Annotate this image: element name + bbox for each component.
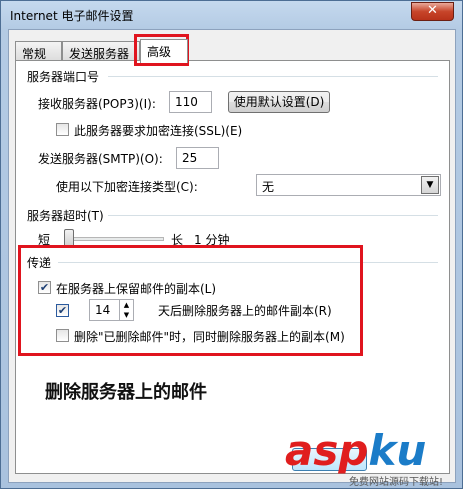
- encryption-type-label: 使用以下加密连接类型(C):: [56, 180, 198, 194]
- outgoing-port-input[interactable]: 25: [176, 147, 219, 169]
- tab-outgoing-label: 发送服务器: [69, 47, 130, 61]
- server-ports-title: 服务器端口号: [27, 68, 104, 85]
- outgoing-server-label: 发送服务器(SMTP)(O):: [38, 152, 163, 166]
- timeouts-title: 服务器超时(T): [27, 207, 108, 224]
- watermark-subtitle: 免费网站源码下载站!: [349, 477, 444, 488]
- tab-outgoing-server[interactable]: 发送服务器: [62, 41, 140, 61]
- encryption-type-select[interactable]: 无 ▼: [256, 174, 441, 196]
- timeout-slider-track[interactable]: [64, 237, 164, 241]
- window-title: Internet 电子邮件设置: [10, 9, 134, 23]
- use-defaults-button[interactable]: 使用默认设置(D): [228, 91, 330, 113]
- delivery-highlight-box: [18, 245, 363, 356]
- chevron-down-icon[interactable]: ▼: [421, 176, 439, 194]
- group-divider: [108, 215, 438, 216]
- close-icon: ✕: [427, 3, 438, 18]
- tab-general[interactable]: 常规: [15, 41, 62, 61]
- watermark-brand-b: ku: [368, 426, 427, 475]
- watermark-brand: aspku: [285, 430, 426, 472]
- encryption-type-value: 无: [262, 180, 275, 194]
- tab-general-label: 常规: [22, 47, 47, 61]
- ssl-label: 此服务器要求加密连接(SSL)(E): [74, 124, 243, 138]
- ssl-checkbox[interactable]: [56, 123, 69, 136]
- watermark-logo: aspku 免费网站源码下载站!: [285, 430, 443, 489]
- incoming-port-input[interactable]: 110: [169, 91, 212, 113]
- title-bar[interactable]: Internet 电子邮件设置 ✕: [1, 1, 462, 29]
- group-divider: [108, 76, 438, 77]
- tab-advanced[interactable]: 高级: [140, 39, 188, 63]
- tab-advanced-label: 高级: [147, 45, 172, 59]
- watermark-brand-a: asp: [285, 426, 369, 475]
- incoming-server-label: 接收服务器(POP3)(I):: [38, 97, 156, 111]
- close-button[interactable]: ✕: [411, 2, 454, 21]
- caption-text: 删除服务器上的邮件: [45, 382, 207, 403]
